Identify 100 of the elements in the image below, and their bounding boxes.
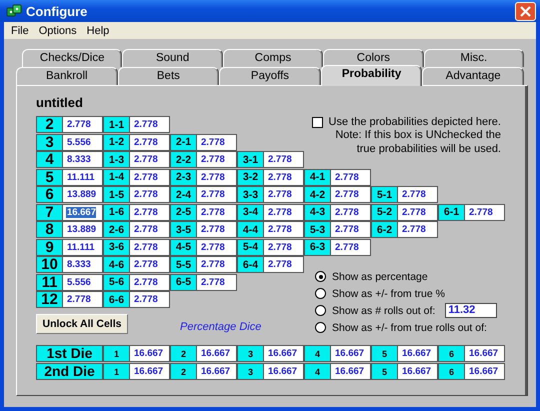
value-cell[interactable]: 2.778: [398, 222, 437, 237]
radio-button[interactable]: [315, 305, 326, 316]
combo-label: 2-6: [104, 222, 130, 237]
radio-button[interactable]: [315, 271, 326, 282]
value-cell[interactable]: 2.778: [197, 222, 236, 237]
sum-label: 9: [37, 240, 63, 254]
tab[interactable]: Comps: [222, 49, 324, 67]
value-cell[interactable]: 2.778: [197, 134, 236, 150]
combo-label: 6-3: [305, 240, 331, 254]
value-cell[interactable]: 11.111: [63, 240, 102, 254]
combo-label: 5-2: [372, 204, 398, 220]
face-label: 1: [104, 364, 130, 379]
value-cell[interactable]: 8.333: [63, 152, 102, 167]
value-cell[interactable]: 8.333: [63, 257, 102, 272]
unlock-button[interactable]: Unlock All Cells: [36, 314, 128, 334]
value-cell[interactable]: 13.889: [63, 222, 102, 237]
value-cell[interactable]: 16.667: [264, 346, 303, 361]
radio-button[interactable]: [315, 288, 326, 299]
menu-item[interactable]: Options: [34, 24, 82, 36]
value-cell[interactable]: 16.667: [197, 364, 236, 379]
note-text: Note: If this box is UNchecked the true probabilities will be used.: [334, 128, 501, 156]
value-cell[interactable]: 2.778: [130, 222, 169, 237]
checkbox-label: Use the probabilities depicted here.: [328, 116, 501, 128]
value-cell[interactable]: 2.778: [130, 117, 169, 132]
menu-item[interactable]: Help: [82, 24, 114, 36]
face-label: 1: [104, 346, 130, 361]
value-cell[interactable]: 2.778: [197, 187, 236, 202]
tab[interactable]: Checks/Dice: [22, 49, 122, 67]
value-cell[interactable]: 2.778: [197, 274, 236, 290]
value-cell[interactable]: 16.667: [398, 364, 437, 379]
value-cell[interactable]: 2.778: [264, 204, 303, 220]
value-cell[interactable]: 2.778: [331, 204, 370, 220]
value-cell[interactable]: 2.778: [331, 222, 370, 237]
value-cell[interactable]: 2.778: [398, 187, 437, 202]
face-label: 4: [305, 346, 331, 361]
value-cell[interactable]: 2.778: [130, 257, 169, 272]
value-cell[interactable]: 16.667: [465, 364, 504, 379]
value-cell[interactable]: 16.667: [66, 206, 96, 218]
value-cell[interactable]: 2.778: [130, 134, 169, 150]
face-label: 4: [305, 364, 331, 379]
value-cell[interactable]: 2.778: [130, 152, 169, 167]
value-cell[interactable]: 2.778: [130, 274, 169, 290]
value-cell[interactable]: 16.667: [331, 346, 370, 361]
tab[interactable]: Probability: [320, 65, 422, 86]
value-cell[interactable]: 5.556: [63, 134, 102, 150]
tab[interactable]: Advantage: [422, 67, 524, 85]
value-cell[interactable]: 11.111: [63, 170, 102, 184]
radio-button[interactable]: [315, 322, 326, 333]
value-cell[interactable]: 2.778: [197, 170, 236, 184]
checkbox[interactable]: [312, 116, 323, 128]
combo-label: 3-1: [238, 152, 264, 167]
value-cell[interactable]: 2.778: [130, 292, 169, 307]
value-cell[interactable]: 16.667: [465, 346, 504, 361]
value-cell[interactable]: 2.778: [331, 240, 370, 254]
tab[interactable]: Misc.: [424, 49, 524, 67]
die-label: 1st Die: [36, 345, 103, 362]
value-cell[interactable]: 16.667: [264, 364, 303, 379]
value-cell[interactable]: 2.778: [264, 222, 303, 237]
value-cell[interactable]: 2.778: [63, 117, 102, 132]
combo-label: 4-3: [305, 204, 331, 220]
value-cell[interactable]: 2.778: [264, 187, 303, 202]
combo-label: 6-4: [238, 257, 264, 272]
close-button[interactable]: [515, 2, 536, 20]
combo-label: 3-3: [238, 187, 264, 202]
value-cell[interactable]: 16.667: [197, 346, 236, 361]
value-cell[interactable]: 2.778: [63, 292, 102, 307]
value-cell[interactable]: 2.778: [197, 257, 236, 272]
value-cell[interactable]: 2.778: [264, 240, 303, 254]
combo-label: 3-4: [238, 204, 264, 220]
value-cell[interactable]: 2.778: [197, 204, 236, 220]
value-cell[interactable]: 16.667: [130, 364, 169, 379]
combo-label: 3-6: [104, 240, 130, 254]
radio-label: Show as +/- from true %: [332, 288, 445, 300]
value-cell[interactable]: 2.778: [130, 170, 169, 184]
value-cell[interactable]: 2.778: [264, 170, 303, 184]
value-cell[interactable]: 2.778: [264, 257, 303, 272]
tab[interactable]: Payoffs: [219, 67, 321, 85]
value-cell[interactable]: 2.778: [331, 170, 370, 184]
sum-label: 12: [37, 292, 63, 307]
value-cell[interactable]: 5.556: [63, 274, 102, 290]
value-cell[interactable]: 2.778: [398, 204, 437, 220]
value-cell[interactable]: 2.778: [197, 240, 236, 254]
value-cell[interactable]: 2.778: [130, 240, 169, 254]
value-cell[interactable]: 16.667: [130, 346, 169, 361]
tab[interactable]: Colors: [323, 49, 424, 67]
value-cell[interactable]: 2.778: [130, 204, 169, 220]
value-cell[interactable]: 2.778: [264, 152, 303, 167]
combo-label: 6-1: [439, 204, 465, 220]
value-cell[interactable]: 2.778: [465, 204, 504, 220]
value-cell[interactable]: 16.667: [331, 364, 370, 379]
tab[interactable]: Bets: [118, 67, 220, 85]
value-cell[interactable]: 2.778: [197, 152, 236, 167]
value-cell[interactable]: 16.667: [398, 346, 437, 361]
value-cell[interactable]: 2.778: [130, 187, 169, 202]
value-cell[interactable]: 13.889: [63, 187, 102, 202]
tab[interactable]: Bankroll: [16, 67, 118, 85]
value-cell[interactable]: 2.778: [331, 187, 370, 202]
rolls-field[interactable]: 11.32: [445, 303, 498, 318]
menu-item[interactable]: File: [6, 24, 34, 36]
tab[interactable]: Sound: [122, 49, 223, 67]
